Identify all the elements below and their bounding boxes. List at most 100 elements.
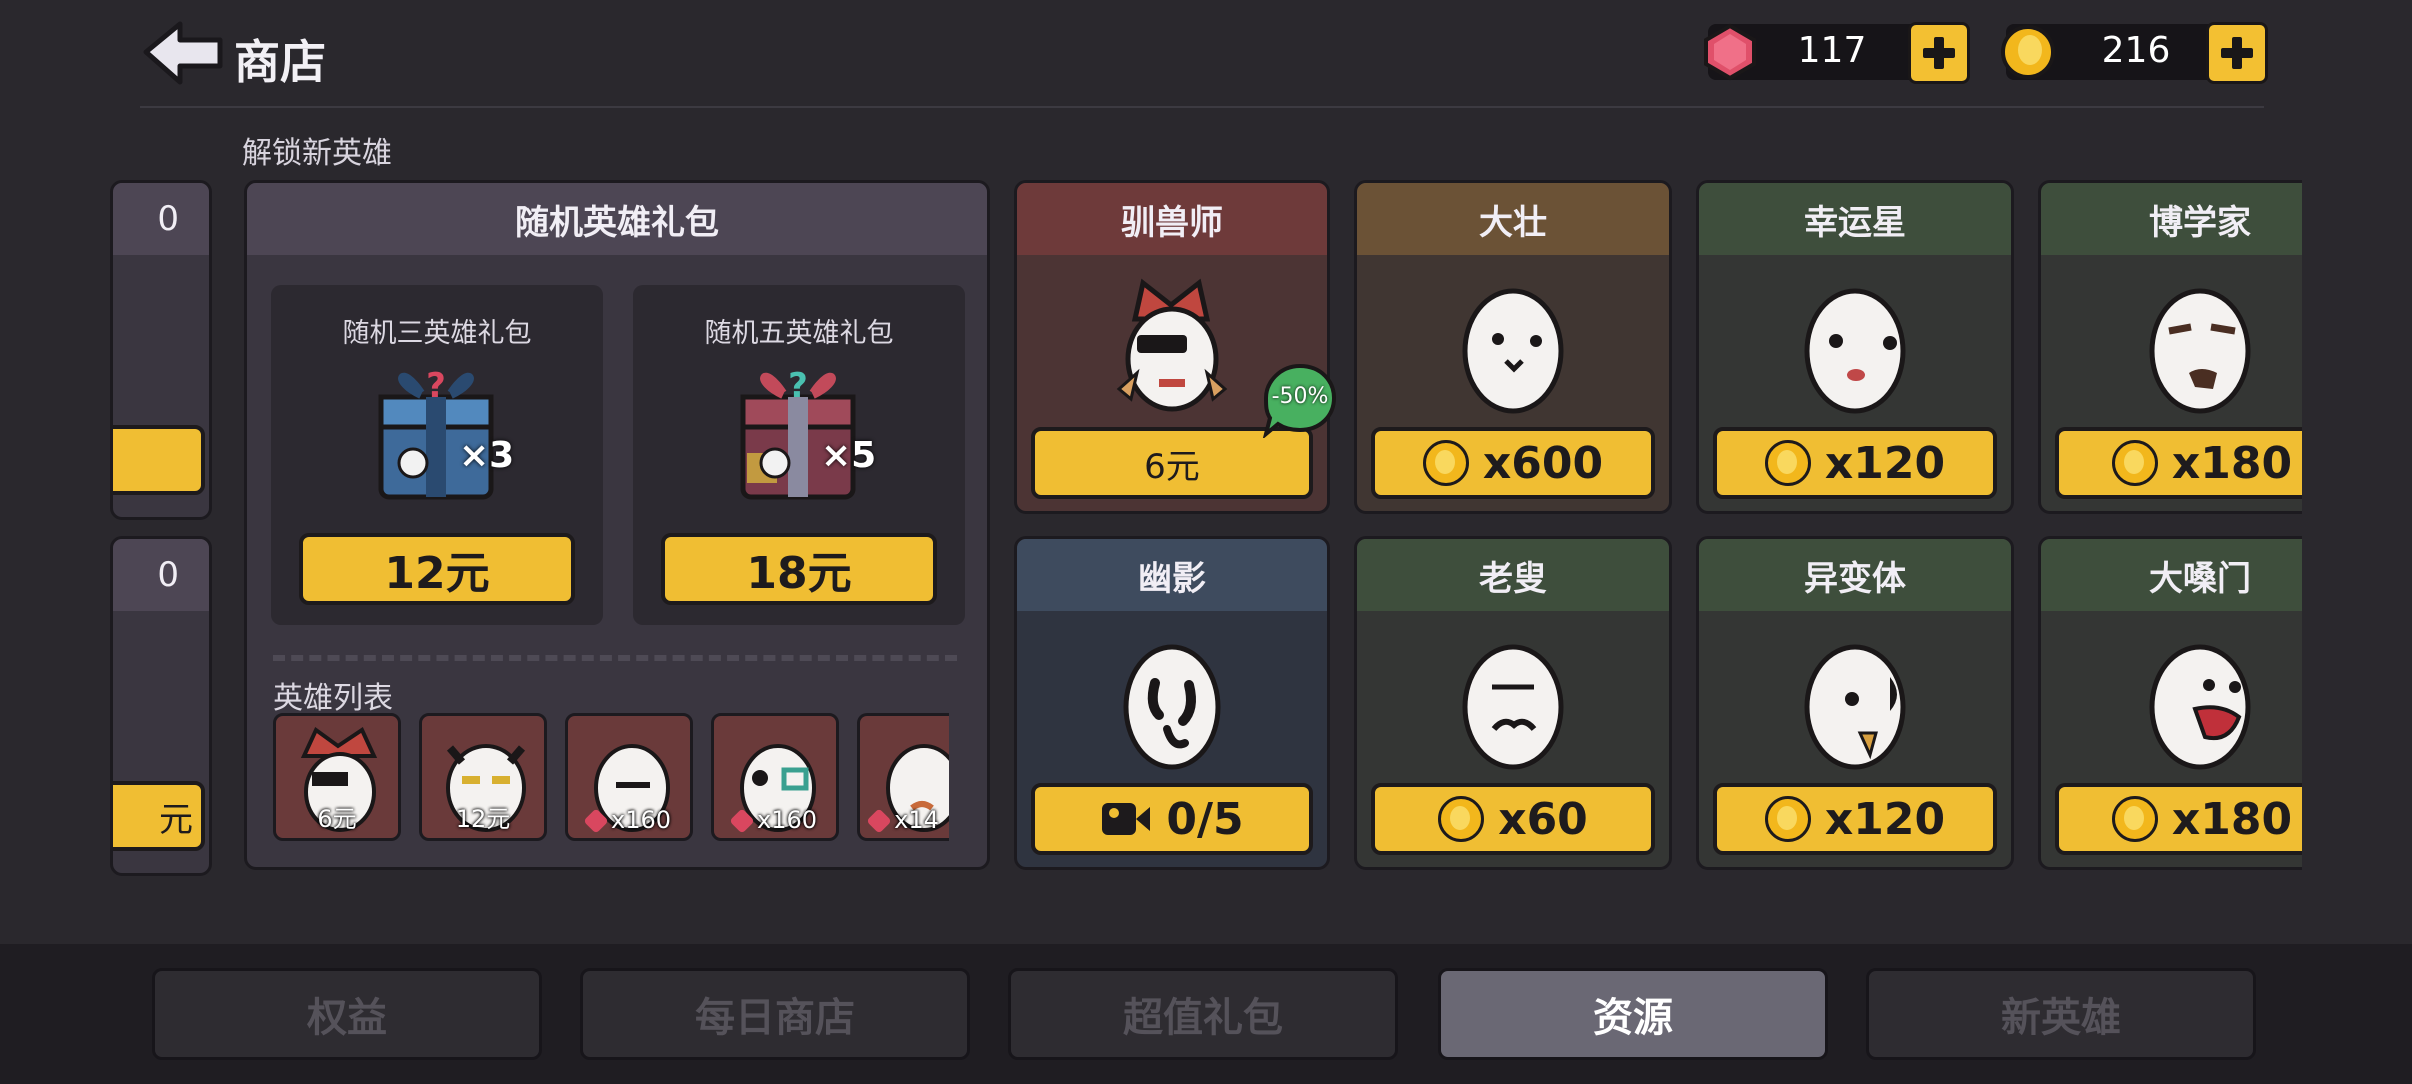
buy-hero-button[interactable]: x600	[1371, 427, 1655, 499]
hero-price-caption: 12元	[455, 805, 511, 833]
edge-buy-button[interactable]: 元	[113, 781, 205, 851]
hero-egg-icon	[2149, 644, 2251, 770]
hero-price-caption: 6元	[317, 805, 357, 833]
section-label: 解锁新英雄	[242, 136, 392, 171]
edge-card-top[interactable]: 0	[110, 180, 212, 520]
add-gems-button[interactable]	[1908, 22, 1970, 84]
gift-count-badge: ×3	[459, 435, 515, 476]
gift-box-icon: ?	[378, 366, 494, 500]
video-icon	[1102, 803, 1151, 835]
edge-card-label: 0	[113, 183, 209, 255]
edge-card-bottom[interactable]: 0 元	[110, 536, 212, 876]
edge-buy-button[interactable]	[113, 425, 205, 495]
coin-icon	[1764, 796, 1811, 842]
coin-count: 216	[2101, 30, 2171, 71]
hero-egg-icon	[1462, 644, 1564, 770]
coin-icon	[1764, 440, 1811, 486]
price-label: x120	[1824, 793, 1946, 845]
hero-card-scholar[interactable]: 博学家 x180	[2038, 180, 2302, 514]
hero-card-mutant[interactable]: 异变体 x120	[1696, 536, 2014, 870]
price-label: 18元	[746, 548, 852, 599]
left-edge-cards: 0 0 元	[110, 180, 212, 876]
buy-hero-button[interactable]: x180	[2055, 427, 2302, 499]
hero-price-value: x14	[894, 806, 939, 834]
coin-icon	[2111, 796, 2158, 842]
gem-icon	[729, 808, 755, 834]
buy-hero-button[interactable]: x60	[1371, 783, 1655, 855]
tab-daily-shop[interactable]: 每日商店	[580, 968, 970, 1060]
tab-new-heroes[interactable]: 新英雄	[1866, 968, 2256, 1060]
hero-list-item[interactable]: 6元	[273, 713, 401, 841]
tab-resources[interactable]: 资源	[1438, 968, 1828, 1060]
hero-portrait	[1357, 269, 1669, 419]
price-label: x180	[2171, 437, 2293, 489]
watch-video-button[interactable]: 0/5	[1031, 783, 1313, 855]
gift-count-badge: ×5	[821, 435, 877, 476]
hero-egg-icon	[2149, 288, 2251, 414]
svg-text:?: ?	[788, 366, 808, 406]
gift-pack-three[interactable]: 随机三英雄礼包 ? ×3 12元	[271, 285, 603, 625]
discount-badge: -50%	[1262, 362, 1338, 440]
page-title: 商店	[234, 35, 326, 89]
coin-icon	[2111, 440, 2158, 486]
hero-card-old-man[interactable]: 老叟 x60	[1354, 536, 1672, 870]
hero-price-value: x160	[756, 806, 817, 834]
hero-card-lucky-star[interactable]: 幸运星 x120	[1696, 180, 2014, 514]
hero-portrait	[1699, 625, 2011, 775]
coin-counter: 216	[2001, 22, 2268, 84]
coin-icon	[1438, 796, 1485, 842]
back-button[interactable]	[140, 18, 224, 88]
divider	[273, 655, 957, 661]
gem-icon	[1704, 23, 1756, 81]
hero-list-item[interactable]: x160	[711, 713, 839, 841]
tab-benefits[interactable]: 权益	[152, 968, 542, 1060]
gift-box-icon: ?	[740, 366, 856, 500]
hero-egg-icon	[1804, 644, 1906, 770]
hero-name: 博学家	[2041, 183, 2302, 255]
hero-portrait	[2041, 269, 2302, 419]
hero-price-value: x160	[610, 806, 671, 834]
hero-card-beast-tamer[interactable]: 驯兽师 6元	[1014, 180, 1330, 514]
hero-portrait	[1017, 625, 1327, 775]
hero-name: 幸运星	[1699, 183, 2011, 255]
gift-pack-five[interactable]: 随机五英雄礼包 ? ×5 18元	[633, 285, 965, 625]
buy-hero-button[interactable]: x120	[1713, 427, 1997, 499]
gift-pack-title: 随机三英雄礼包	[342, 318, 532, 349]
hero-card-shadow[interactable]: 幽影 0/5	[1014, 536, 1330, 870]
coin-icon	[1422, 440, 1469, 486]
hero-egg-icon	[1116, 278, 1228, 412]
buy-hero-button[interactable]: x180	[2055, 783, 2302, 855]
hero-name: 大壮	[1357, 183, 1669, 255]
hero-card-loudmouth[interactable]: 大嗓门 x180	[2038, 536, 2302, 870]
gem-icon	[583, 808, 609, 834]
edge-price-label: 元	[159, 799, 193, 840]
hero-portrait	[1699, 269, 2011, 419]
add-coins-button[interactable]	[2206, 22, 2268, 84]
gift-panel-title: 随机英雄礼包	[247, 183, 987, 255]
hero-price-caption: x14	[860, 806, 949, 834]
hero-card-dazhuang[interactable]: 大壮 x600	[1354, 180, 1672, 514]
price-label: x180	[2171, 793, 2293, 845]
gem-icon	[866, 808, 892, 834]
hero-list-item[interactable]: x14	[857, 713, 949, 841]
hero-name: 老叟	[1357, 539, 1669, 611]
hero-egg-icon	[1123, 644, 1221, 770]
price-label: 6元	[1144, 446, 1200, 487]
hero-list-item[interactable]: x160	[565, 713, 693, 841]
hero-name: 幽影	[1017, 539, 1327, 611]
hero-egg-icon	[1462, 288, 1564, 414]
hero-list-item[interactable]: 12元	[419, 713, 547, 841]
buy-hero-button[interactable]: x120	[1713, 783, 1997, 855]
price-label: x120	[1824, 437, 1946, 489]
gift-pack-title: 随机五英雄礼包	[704, 318, 894, 349]
hero-name: 异变体	[1699, 539, 2011, 611]
svg-text:?: ?	[426, 366, 446, 406]
tab-value-packs[interactable]: 超值礼包	[1008, 968, 1398, 1060]
gem-counter: 117	[1704, 22, 1970, 84]
buy-three-pack-button[interactable]: 12元	[299, 533, 575, 605]
price-label: x60	[1498, 793, 1588, 845]
video-progress-label: 0/5	[1166, 793, 1244, 845]
buy-five-pack-button[interactable]: 18元	[661, 533, 937, 605]
random-hero-gift-panel: 随机英雄礼包 随机三英雄礼包 ? ×3 12元 随机五英雄礼包 ? ×5 18元…	[244, 180, 990, 870]
hero-egg-icon	[1804, 288, 1906, 414]
